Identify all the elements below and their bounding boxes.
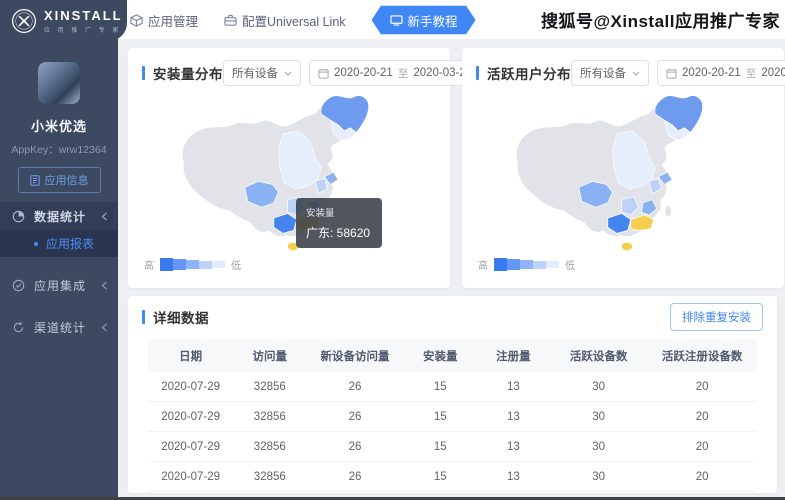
- tutorial-button-label: 新手教程: [407, 14, 458, 29]
- map-tooltip: 安装量 广东: 58620: [296, 198, 382, 248]
- table-body: 2020-07-29 32856 26 15 13 30 20 2020-07-29 3…: [148, 372, 757, 492]
- sidebar-item-label: 应用集成: [34, 278, 87, 293]
- chevron-left-icon: [101, 323, 107, 331]
- date-start: 2020-20-21: [334, 67, 393, 79]
- legend-low-label: 低: [565, 261, 575, 272]
- table-header-row: 日期 访问量 新设备访问量 安装量 注册量 活跃设备数 活跃注册设备数: [148, 339, 757, 372]
- china-map: [472, 88, 762, 264]
- column-header: 活跃注册设备数: [661, 350, 743, 363]
- menu-section-channel: 渠道统计: [0, 313, 118, 341]
- caret-down-icon: [632, 71, 640, 76]
- app-info-button-label: 应用信息: [44, 175, 89, 187]
- map-legend: 高 低: [144, 257, 241, 272]
- sidebar-subitem-label: 应用报表: [46, 237, 95, 251]
- device-filter-value: 所有设备: [580, 68, 626, 80]
- sidebar-item-data-stats[interactable]: 数据统计: [0, 202, 118, 230]
- detail-title: 详细数据: [153, 311, 209, 326]
- chevron-left-icon: [101, 212, 107, 220]
- detail-table: 日期 访问量 新设备访问量 安装量 注册量 活跃设备数 活跃注册设备数 2020-07-29…: [148, 339, 757, 492]
- sidebar-item-label: 数据统计: [34, 209, 87, 224]
- date-end: 2020-03-22: [761, 67, 785, 79]
- date-separator: 至: [745, 67, 757, 80]
- calendar-icon: [318, 68, 329, 79]
- column-header: 访问量: [252, 350, 288, 363]
- watermark-text: 搜狐号@Xinstall应用推广专家: [540, 12, 780, 31]
- table-row: 2020-07-29 32856 26 15 13 30 20: [148, 432, 757, 462]
- app-info-button[interactable]: 应用信息: [17, 167, 101, 193]
- legend-low-label: 低: [231, 261, 241, 272]
- sidebar-item-channel-stats[interactable]: 渠道统计: [0, 313, 118, 341]
- table-row: 2020-07-29 32856 26 15 13 30 20: [148, 462, 757, 492]
- chevron-left-icon: [101, 281, 107, 289]
- column-header: 活跃设备数: [569, 350, 628, 363]
- accent-bar: [142, 310, 145, 324]
- legend-gradient: [494, 258, 559, 271]
- map-legend: 高 低: [478, 257, 575, 272]
- date-range-picker[interactable]: 2020-20-21 至 2020-03-22: [657, 60, 785, 86]
- table-row: 2020-07-29 32856 26 15 13 30 20: [148, 402, 757, 432]
- date-separator: 至: [397, 67, 409, 80]
- nav-label: 配置Universal Link: [242, 14, 346, 29]
- date-range-picker[interactable]: 2020-20-21 至 2020-03-22: [309, 60, 482, 86]
- install-map[interactable]: 高 低 安装量 广东: 58620: [128, 86, 450, 282]
- active-users-map[interactable]: 高 低: [462, 86, 784, 282]
- table-row: 2020-07-29 32856 26 15 13 30 20: [148, 372, 757, 402]
- install-distribution-card: 安装量分布 所有设备 2020-20-21 至 2020-03-22 高 低 安…: [128, 48, 482, 288]
- column-header: 注册量: [496, 350, 531, 363]
- calendar-icon: [666, 68, 677, 79]
- legend-gradient: [160, 258, 225, 271]
- menu-section-integration: 应用集成: [0, 271, 118, 299]
- caret-down-icon: [284, 71, 292, 76]
- nav-universal-link[interactable]: 配置Universal Link: [224, 11, 346, 30]
- legend-high-label: 高: [478, 261, 488, 272]
- nav-app-management[interactable]: 应用管理: [130, 11, 198, 30]
- sidebar-item-app-integration[interactable]: 应用集成: [0, 271, 118, 299]
- sidebar-item-label: 渠道统计: [34, 320, 87, 335]
- legend-high-label: 高: [144, 261, 154, 272]
- device-filter-select[interactable]: 所有设备: [571, 60, 649, 86]
- active-users-distribution-card: 活跃用户分布 所有设备 2020-20-21 至 2020-03-22: [462, 48, 785, 288]
- pie-chart-icon: [12, 210, 25, 222]
- accent-bar: [476, 66, 479, 80]
- integration-icon: [12, 279, 25, 291]
- document-icon: [29, 174, 40, 186]
- tooltip-value: 广东: 58620: [306, 226, 371, 240]
- active-dot: [34, 241, 38, 246]
- detail-data-card: 详细数据 排除重复安装 日期 访问量 新设备访问量 安装量 注册量 活跃设备数 活跃注册设备…: [128, 296, 777, 493]
- refresh-arrows-icon: [13, 321, 24, 332]
- china-map: [138, 88, 428, 264]
- device-filter-select[interactable]: 所有设备: [223, 60, 301, 86]
- briefcase-icon: [224, 14, 237, 26]
- xinstall-logo-icon: [12, 8, 36, 33]
- accent-bar: [142, 66, 145, 80]
- nav-label: 应用管理: [148, 14, 199, 29]
- app-name: 小米优选: [30, 119, 87, 134]
- date-start: 2020-20-21: [682, 67, 741, 79]
- cube-icon: [130, 13, 143, 27]
- menu-section-data-stats: 数据统计 应用报表: [0, 202, 118, 257]
- logo-title: XINSTALL: [44, 7, 123, 23]
- tutorial-button[interactable]: 新手教程: [371, 5, 476, 35]
- dedupe-install-button[interactable]: 排除重复安装: [670, 303, 763, 331]
- logo-block: XINSTALL 应 用 推 广 专 家: [0, 0, 127, 41]
- column-header: 日期: [179, 350, 203, 363]
- book-icon: [389, 14, 403, 26]
- app-avatar: [38, 62, 80, 104]
- sidebar-item-app-report[interactable]: 应用报表: [0, 230, 118, 257]
- device-filter-value: 所有设备: [232, 68, 278, 80]
- tooltip-metric: 安装量: [306, 208, 335, 219]
- sidebar: 小米优选 AppKey：wrw12364 应用信息 数据统计 应用报表 应用集成…: [0, 0, 118, 500]
- appkey-label: AppKey：wrw12364: [11, 144, 107, 156]
- panel-title: 安装量分布: [153, 67, 223, 82]
- topbar-nav: 应用管理 配置Universal Link 新手教程: [130, 0, 476, 40]
- column-header: 新设备访问量: [320, 350, 390, 363]
- sidebar-menu: 数据统计 应用报表 应用集成 渠道统计: [0, 202, 118, 341]
- column-header: 安装量: [423, 350, 458, 363]
- main-content: 安装量分布 所有设备 2020-20-21 至 2020-03-22 高 低 安…: [118, 40, 785, 500]
- panel-title: 活跃用户分布: [487, 67, 571, 82]
- logo-subtitle: 应 用 推 广 专 家: [44, 27, 122, 34]
- profile-block: 小米优选 AppKey：wrw12364 应用信息: [0, 62, 118, 193]
